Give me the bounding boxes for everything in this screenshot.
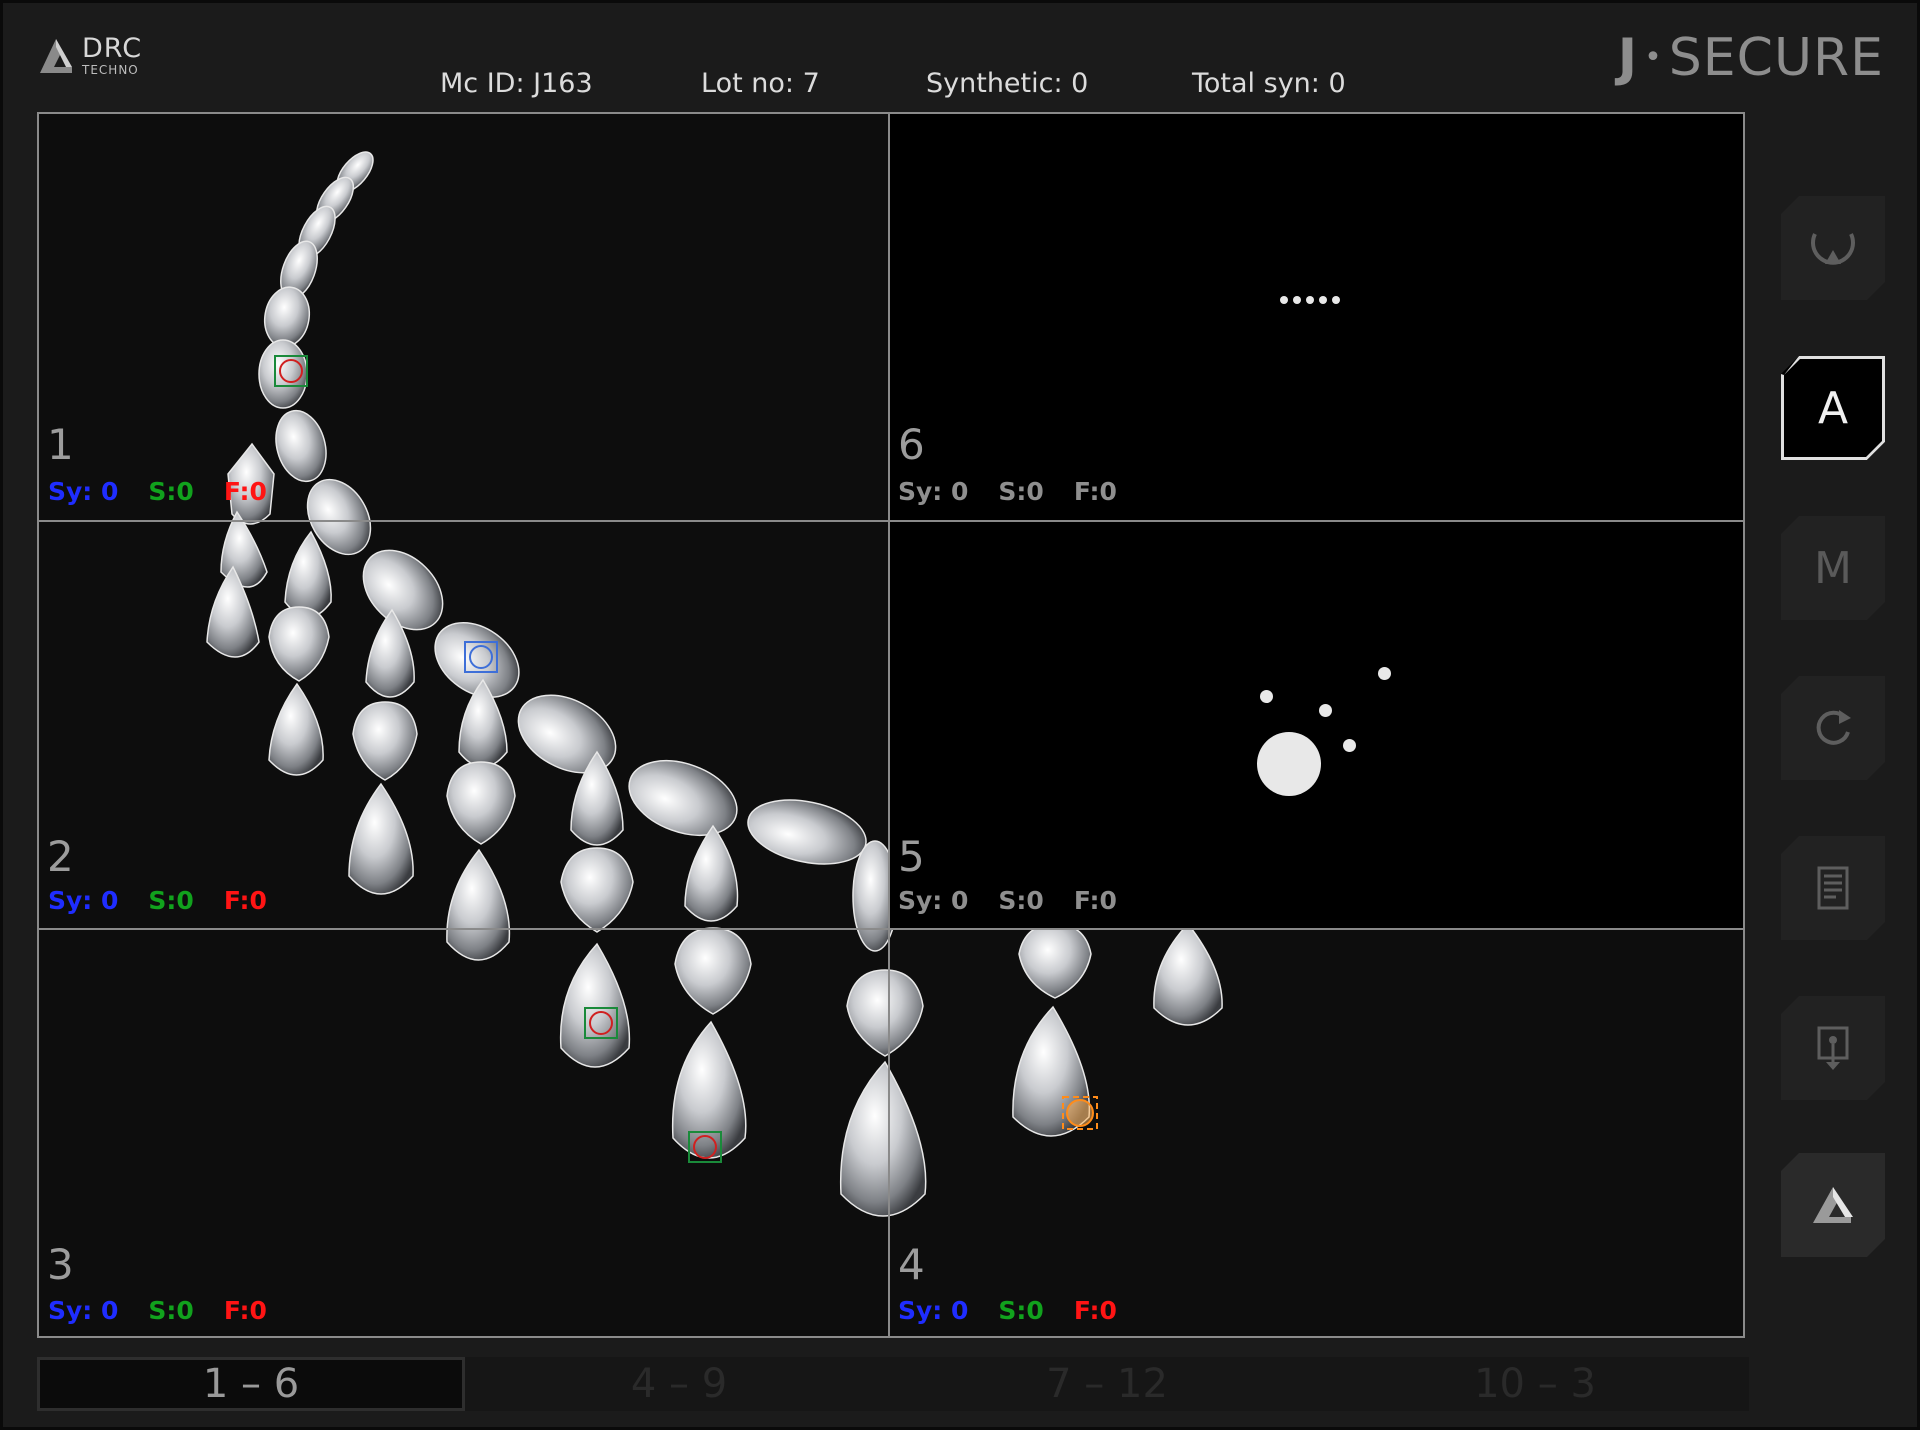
cell-2-number: 2: [47, 832, 74, 881]
cell-1-fail: F:0: [223, 477, 267, 506]
cell-1-number: 1: [47, 420, 74, 469]
cell-4-fail: F:0: [1073, 1296, 1117, 1325]
brand-name: SECURE: [1668, 28, 1884, 88]
brand-dot: •: [1644, 39, 1663, 75]
cell-6-number: 6: [898, 420, 925, 469]
cell-2-stats: Sy: 0 S:0 F:0: [48, 886, 297, 915]
cell-2-synthetic: Sy: 0: [48, 886, 119, 915]
camera-grid: 1 Sy: 0 S:0 F:0 2 Sy: 0 S:0 F:0 3 Sy: 0 S:0 F:…: [37, 112, 1745, 1338]
total-synthetic-count: Total syn: 0: [1192, 68, 1346, 99]
cell-4-number: 4: [898, 1240, 925, 1289]
drc-brand-button[interactable]: [1781, 1153, 1885, 1257]
tab-7-12[interactable]: 7 – 12: [893, 1357, 1321, 1411]
report-button[interactable]: [1781, 836, 1885, 940]
cell-6-stats: Sy: 0 S:0 F:0: [898, 477, 1147, 506]
cell-3-safe: S:0: [148, 1296, 194, 1325]
logo-main-text: DRC: [82, 32, 143, 64]
cell-3-number: 3: [47, 1240, 74, 1289]
machine-id: Mc ID: J163: [440, 68, 593, 99]
tab-4-9[interactable]: 4 – 9: [465, 1357, 893, 1411]
capture-button[interactable]: [1781, 196, 1885, 300]
cell-3-stats: Sy: 0 S:0 F:0: [48, 1296, 297, 1325]
cell-5-synthetic: Sy: 0: [898, 886, 969, 915]
cell-6-safe: S:0: [998, 477, 1044, 506]
cell-2-fail: F:0: [223, 886, 267, 915]
manual-mode-label: M: [1814, 542, 1852, 594]
jsecure-brand: J • SECURE: [1618, 28, 1884, 88]
tab-10-3[interactable]: 10 – 3: [1321, 1357, 1749, 1411]
drc-logo-icon: [40, 39, 72, 73]
cell-6-fail: F:0: [1073, 477, 1117, 506]
synthetic-count: Synthetic: 0: [926, 68, 1089, 99]
cell-5-stats: Sy: 0 S:0 F:0: [898, 886, 1147, 915]
cell-3-synthetic: Sy: 0: [48, 1296, 119, 1325]
drc-brand-icon: [1805, 1177, 1861, 1233]
cell-2-safe: S:0: [148, 886, 194, 915]
lot-number: Lot no: 7: [701, 68, 820, 99]
cell-1-synthetic: Sy: 0: [48, 477, 119, 506]
refresh-icon: [1805, 700, 1861, 756]
grid-border: [37, 112, 1745, 1338]
cell-6-synthetic: Sy: 0: [898, 477, 969, 506]
manual-mode-button[interactable]: M: [1781, 516, 1885, 620]
report-icon: [1805, 860, 1861, 916]
tab-1-6[interactable]: 1 – 6: [37, 1357, 465, 1411]
refresh-button[interactable]: [1781, 676, 1885, 780]
drc-logo: DRC TECHNO: [36, 30, 142, 80]
capture-icon: [1805, 220, 1861, 276]
cell-4-synthetic: Sy: 0: [898, 1296, 969, 1325]
logo-sub-text: TECHNO: [82, 62, 139, 77]
cell-5-safe: S:0: [998, 886, 1044, 915]
cell-3-fail: F:0: [223, 1296, 267, 1325]
cell-1-stats: Sy: 0 S:0 F:0: [48, 477, 297, 506]
brand-j: J: [1617, 28, 1639, 88]
export-icon: [1805, 1020, 1861, 1076]
auto-mode-label: A: [1817, 382, 1849, 434]
export-button[interactable]: [1781, 996, 1885, 1100]
auto-mode-button[interactable]: A: [1781, 356, 1885, 460]
cell-4-safe: S:0: [998, 1296, 1044, 1325]
cell-5-number: 5: [898, 832, 925, 881]
cell-5-fail: F:0: [1073, 886, 1117, 915]
cell-1-safe: S:0: [148, 477, 194, 506]
cell-4-stats: Sy: 0 S:0 F:0: [898, 1296, 1147, 1325]
